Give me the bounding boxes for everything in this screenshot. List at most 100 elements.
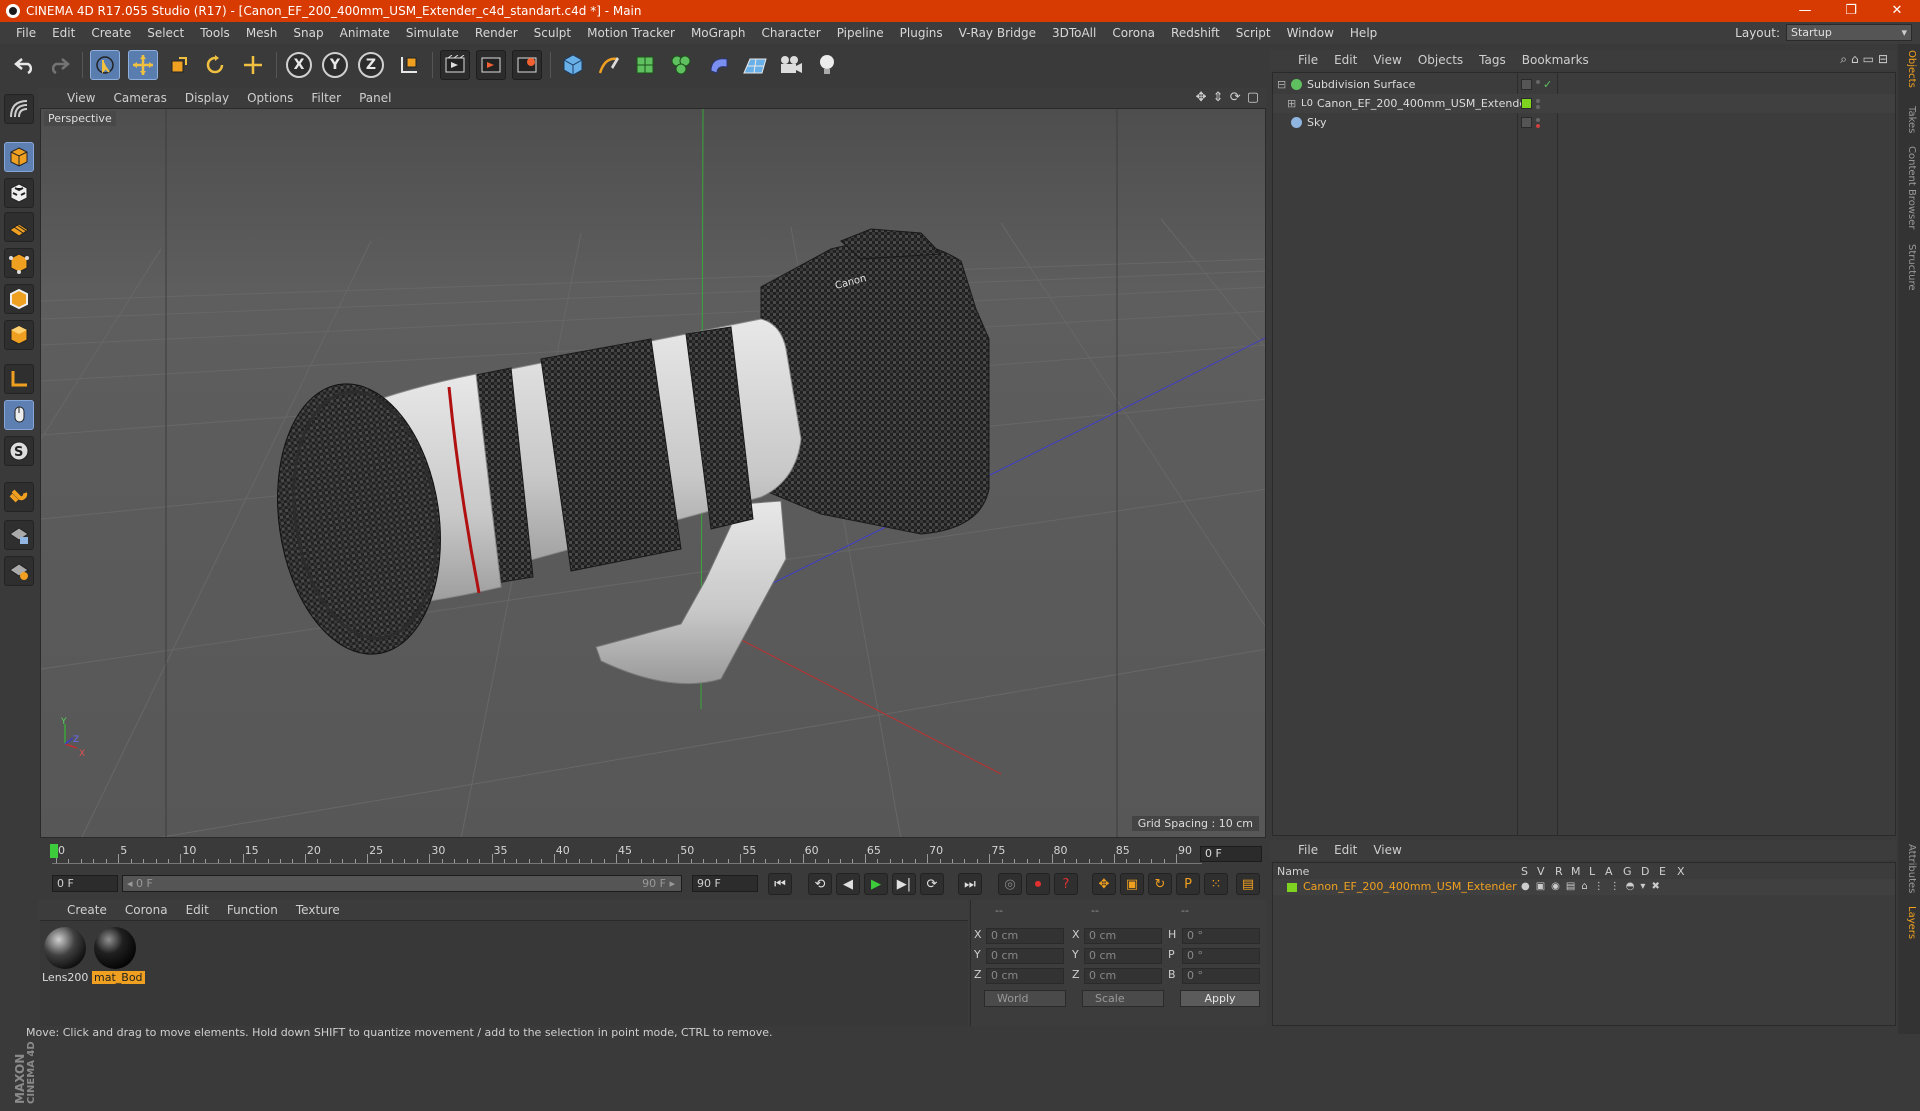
light-object-icon[interactable]	[812, 50, 842, 80]
cube-object-icon[interactable]	[558, 50, 588, 80]
layer-column-view[interactable]: V	[1537, 865, 1545, 878]
visibility-editor-dot[interactable]	[1536, 80, 1540, 84]
undo-icon[interactable]	[10, 50, 40, 80]
size-mode-dropdown[interactable]: Scale	[1082, 990, 1164, 1007]
layer-row[interactable]: Canon_EF_200_400mm_USM_Extender ●▣◉▤⌂⋮⋮◓…	[1273, 879, 1895, 895]
magnet-icon[interactable]	[4, 482, 34, 512]
layer-tag-icon[interactable]	[1521, 117, 1532, 128]
tab-takes[interactable]: Takes	[1901, 106, 1917, 133]
camera-object-icon[interactable]	[776, 50, 806, 80]
floor-object-icon[interactable]	[740, 50, 770, 80]
render-settings-icon[interactable]	[512, 50, 542, 80]
edges-mode-icon[interactable]	[4, 284, 34, 314]
coordinate-system-icon[interactable]	[394, 50, 424, 80]
autokey-icon[interactable]: ⏺	[1026, 873, 1050, 895]
menu-motion-tracker[interactable]: Motion Tracker	[579, 26, 683, 40]
position-z-field[interactable]: 0 cm	[986, 968, 1064, 984]
tab-objects[interactable]: Objects	[1901, 50, 1917, 88]
render-view-icon[interactable]	[440, 50, 470, 80]
material-swatch-mat-bod[interactable]: mat_Bod	[92, 927, 145, 984]
enabled-check-icon[interactable]: ✓	[1543, 75, 1552, 94]
layer-color-icon[interactable]	[1521, 98, 1532, 109]
viewport-menu-filter[interactable]: Filter	[302, 91, 350, 105]
visibility-render-dot[interactable]	[1536, 105, 1540, 109]
visibility-editor-dot[interactable]	[1536, 99, 1540, 103]
menu-vray-bridge[interactable]: V-Ray Bridge	[951, 26, 1044, 40]
lock-workplane-icon[interactable]	[4, 520, 34, 550]
menu-script[interactable]: Script	[1228, 26, 1279, 40]
menu-3dtoall[interactable]: 3DToAll	[1044, 26, 1104, 40]
object-row-sky[interactable]: Sky	[1273, 113, 1895, 132]
menu-animate[interactable]: Animate	[332, 26, 398, 40]
enable-axis-icon[interactable]	[4, 364, 34, 394]
menu-mesh[interactable]: Mesh	[238, 26, 286, 40]
go-to-start-icon[interactable]: ⏮	[768, 873, 792, 895]
object-row-canon-lens[interactable]: ⊞ L0 Canon_EF_200_400mm_USM_Extender	[1273, 94, 1895, 113]
expand-toggle-icon[interactable]: ⊞	[1287, 94, 1296, 113]
key-pla-icon[interactable]: ⁙	[1204, 873, 1228, 895]
layer-column-generators[interactable]: G	[1623, 865, 1632, 878]
layer-menu-file[interactable]: File	[1290, 843, 1326, 857]
restore-button[interactable]: ❐	[1828, 0, 1874, 22]
rotation-h-field[interactable]: 0 °	[1182, 928, 1260, 944]
material-menu-function[interactable]: Function	[218, 903, 287, 917]
viewport-menu-panel[interactable]: Panel	[350, 91, 400, 105]
layer-color-swatch[interactable]	[1287, 883, 1297, 892]
perspective-viewport[interactable]: Canon Y X Z Perspective Grid Spacing : 1…	[40, 108, 1266, 838]
menu-mograph[interactable]: MoGraph	[683, 26, 754, 40]
tweak-mode-icon[interactable]	[4, 400, 34, 430]
position-y-field[interactable]: 0 cm	[986, 948, 1064, 964]
viewport-navigation-icons[interactable]: ✥ ⇕ ⟳ ▢	[1196, 90, 1260, 105]
object-menu-view[interactable]: View	[1365, 53, 1409, 67]
object-menu-file[interactable]: File	[1290, 53, 1326, 67]
layer-toggle-icons[interactable]: ●▣◉▤⌂⋮⋮◓▾✖	[1521, 879, 1666, 895]
menu-create[interactable]: Create	[83, 26, 139, 40]
material-menu-corona[interactable]: Corona	[116, 903, 177, 917]
timeline-window-icon[interactable]: ▤	[1236, 873, 1260, 895]
object-menu-objects[interactable]: Objects	[1410, 53, 1471, 67]
transform-tool-icon[interactable]	[238, 50, 268, 80]
x-axis-lock[interactable]: X	[284, 50, 314, 80]
menu-redshift[interactable]: Redshift	[1163, 26, 1228, 40]
start-frame-field[interactable]: 0 F	[52, 875, 118, 892]
layer-menu-edit[interactable]: Edit	[1326, 843, 1365, 857]
menu-file[interactable]: File	[8, 26, 44, 40]
key-position-icon[interactable]: ✥	[1092, 873, 1116, 895]
visibility-render-dot[interactable]	[1536, 124, 1540, 128]
record-keys-icon[interactable]: ◎	[998, 873, 1022, 895]
material-menu-edit[interactable]: Edit	[177, 903, 218, 917]
layer-column-solo[interactable]: S	[1521, 865, 1528, 878]
y-axis-lock[interactable]: Y	[320, 50, 350, 80]
object-row-subdivision-surface[interactable]: ⊟ Subdivision Surface ✓	[1273, 75, 1895, 94]
end-frame-field[interactable]: 90 F	[692, 875, 758, 892]
planar-workplane-icon[interactable]	[4, 556, 34, 586]
render-to-picture-viewer-icon[interactable]	[476, 50, 506, 80]
minimize-button[interactable]: —	[1782, 0, 1828, 22]
tab-structure[interactable]: Structure	[1901, 244, 1917, 291]
key-scale-icon[interactable]: ▣	[1120, 873, 1144, 895]
object-menu-bookmarks[interactable]: Bookmarks	[1514, 53, 1597, 67]
spline-pen-icon[interactable]	[594, 50, 624, 80]
previous-frame-icon[interactable]: ◀	[836, 873, 860, 895]
layer-column-render[interactable]: R	[1555, 865, 1563, 878]
rotate-tool-icon[interactable]	[200, 50, 230, 80]
layer-column-animation[interactable]: A	[1605, 865, 1613, 878]
cloner-icon[interactable]	[666, 50, 696, 80]
key-rotation-icon[interactable]: ↻	[1148, 873, 1172, 895]
object-menu-tags[interactable]: Tags	[1471, 53, 1514, 67]
menu-window[interactable]: Window	[1279, 26, 1342, 40]
make-editable-icon[interactable]	[4, 94, 34, 124]
live-selection-icon[interactable]	[90, 50, 120, 80]
model-mode-icon[interactable]	[4, 142, 34, 172]
menu-sculpt[interactable]: Sculpt	[526, 26, 579, 40]
menu-pipeline[interactable]: Pipeline	[829, 26, 892, 40]
frame-range-slider[interactable]: ◂ 0 F 90 F ▸	[122, 875, 682, 892]
menu-character[interactable]: Character	[753, 26, 828, 40]
layer-tag-icon[interactable]	[1521, 79, 1532, 90]
tab-attributes[interactable]: Attributes	[1901, 844, 1917, 893]
snap-icon[interactable]: S	[4, 436, 34, 466]
layout-dropdown[interactable]: Startup	[1786, 24, 1912, 41]
frame-ruler[interactable]: 0 5 10 15 20 25 30 35 40 45 50 55 60 65 70 75 80 85 90	[52, 844, 1202, 864]
material-menu-texture[interactable]: Texture	[287, 903, 349, 917]
viewport-menu-cameras[interactable]: Cameras	[104, 91, 175, 105]
